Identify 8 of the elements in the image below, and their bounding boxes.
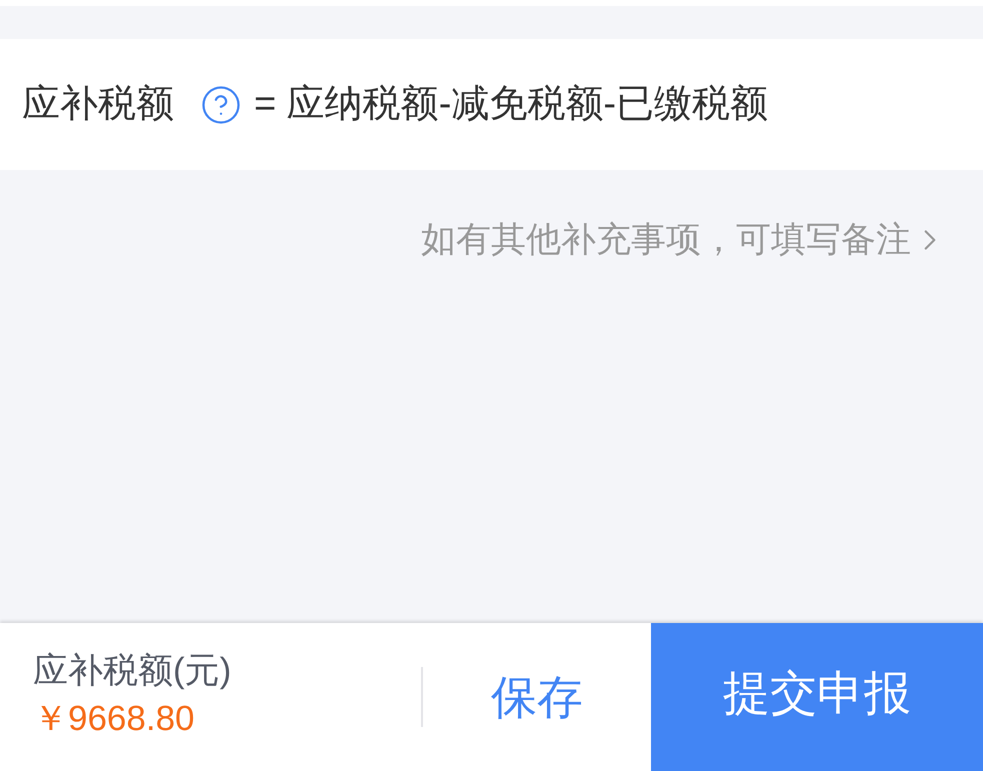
formula-label: 应补税额 (22, 82, 174, 127)
amount-value: ￥9668.80 (33, 698, 196, 740)
submit-button[interactable]: 提交申报 (651, 623, 983, 771)
help-icon[interactable] (200, 84, 242, 126)
save-button[interactable]: 保存 (423, 623, 651, 771)
amount-label: 应补税额(元) (33, 650, 232, 692)
formula-text: = 应纳税额-减免税额-已缴税额 (254, 82, 768, 127)
remark-link[interactable]: 如有其他补充事项，可填写备注 (421, 214, 947, 266)
